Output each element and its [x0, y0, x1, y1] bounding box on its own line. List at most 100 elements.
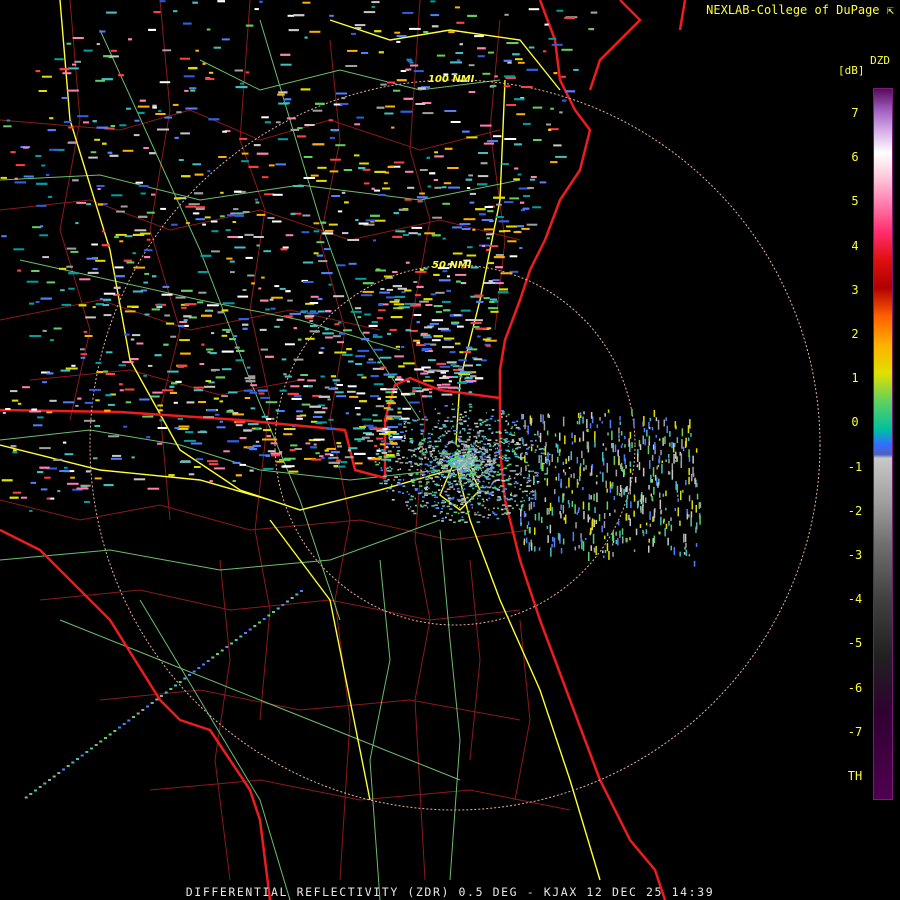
echo-bin	[511, 434, 516, 436]
echo-bin	[470, 480, 473, 482]
echo-bin	[217, 0, 225, 3]
echo-bin	[290, 444, 298, 447]
echo-bin	[247, 446, 255, 449]
echo-bin	[122, 723, 126, 725]
echo-bin	[428, 487, 430, 490]
echo-bin	[649, 417, 652, 422]
echo-bin	[548, 508, 550, 515]
echo-bin	[60, 369, 71, 372]
echo-bin	[315, 452, 320, 455]
echo-bin	[558, 496, 560, 503]
echo-bin	[146, 211, 155, 214]
echo-bin	[534, 546, 536, 552]
echo-bin	[574, 504, 576, 514]
echo-bin	[579, 466, 581, 477]
echo-bin	[221, 38, 230, 41]
echo-bin	[477, 47, 486, 50]
echo-bin	[459, 416, 461, 419]
echo-bin	[291, 397, 302, 400]
echo-bin	[128, 38, 132, 41]
echo-bin	[348, 360, 354, 363]
echo-bin	[57, 490, 61, 493]
echo-bin	[42, 256, 49, 259]
echo-bin	[602, 472, 604, 482]
echo-bin	[45, 173, 50, 176]
echo-bin	[489, 298, 497, 301]
echo-bin	[447, 470, 449, 473]
echo-bin	[149, 152, 156, 155]
echo-bin	[46, 281, 56, 284]
echo-bin	[606, 462, 608, 473]
echo-bin	[561, 48, 573, 51]
echo-bin	[393, 212, 399, 215]
echo-bin	[84, 419, 96, 422]
echo-bin	[688, 476, 690, 485]
echo-bin	[385, 396, 397, 398]
echo-bin	[527, 464, 530, 467]
echo-bin	[422, 112, 434, 115]
echo-bin	[272, 611, 275, 613]
echo-bin	[443, 455, 445, 457]
echo-bin	[467, 451, 469, 454]
legend-product: DZD	[870, 54, 890, 67]
echo-bin	[452, 252, 463, 255]
echo-bin	[513, 452, 516, 454]
echo-bin	[431, 25, 439, 28]
echo-bin	[413, 70, 424, 73]
echo-bin	[638, 461, 641, 471]
echo-bin	[444, 445, 446, 447]
echo-bin	[5, 408, 11, 410]
echo-bin	[508, 457, 511, 459]
echo-bin	[386, 454, 395, 457]
echo-bin	[197, 667, 201, 669]
echo-bin	[618, 434, 620, 438]
echo-bin	[85, 470, 91, 473]
echo-bin	[474, 448, 478, 450]
echo-bin	[406, 491, 408, 493]
echo-bin	[270, 417, 275, 420]
radar-map: 50 NMI 100 NMI	[0, 0, 900, 900]
echo-bin	[456, 487, 460, 490]
echo-bin	[612, 482, 614, 487]
echo-bin	[198, 291, 207, 294]
echo-bin	[146, 436, 151, 439]
echo-bin	[434, 504, 438, 506]
echo-bin	[539, 181, 547, 184]
echo-bin	[438, 279, 451, 282]
echo-bin	[386, 442, 391, 445]
echo-bin	[453, 521, 456, 524]
echo-bin	[253, 236, 264, 238]
external-link-icon[interactable]: ⇱	[887, 3, 894, 17]
echo-bin	[489, 245, 499, 248]
echo-bin	[275, 163, 286, 166]
echo-bin	[677, 507, 679, 517]
echo-bin	[420, 433, 424, 435]
echo-bin	[408, 473, 413, 476]
echo-bin	[154, 354, 162, 357]
echo-bin	[534, 451, 536, 453]
echo-bin	[448, 463, 451, 465]
echo-bin	[211, 656, 215, 659]
echo-bin	[114, 275, 125, 278]
echo-bin	[102, 304, 110, 306]
echo-bin	[219, 400, 224, 403]
echo-bin	[550, 107, 554, 110]
echo-bin	[518, 439, 522, 441]
echo-bin	[144, 256, 151, 259]
range-label-50: 50 NMI	[432, 260, 472, 271]
echo-bin	[614, 509, 616, 513]
echo-bin	[572, 531, 575, 542]
echo-bin	[277, 93, 285, 96]
echo-bin	[570, 451, 572, 461]
echo-bin	[690, 517, 692, 527]
echo-bin	[568, 455, 570, 462]
echo-bin	[460, 494, 463, 497]
echo-bin	[112, 454, 122, 457]
echo-bin	[525, 537, 528, 544]
echo-bin	[560, 478, 562, 489]
echo-bin	[423, 504, 427, 507]
echo-bin	[431, 471, 435, 474]
echo-bin	[681, 428, 684, 437]
echo-bin	[405, 329, 412, 332]
echo-bin	[493, 256, 505, 259]
